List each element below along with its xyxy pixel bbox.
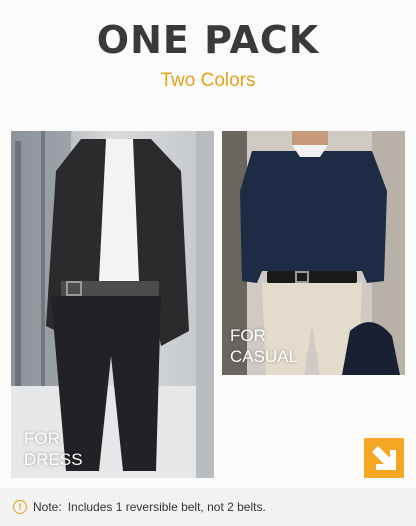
page-title: ONE PACK	[96, 18, 320, 62]
note-bar: ! Note: Includes 1 reversible belt, not …	[13, 499, 266, 515]
arrow-down-right-icon	[364, 438, 404, 478]
casual-caption-line1: FOR	[230, 326, 266, 345]
note-text: Includes 1 reversible belt, not 2 belts.	[67, 500, 266, 514]
note-label: Note:	[33, 500, 62, 514]
dress-caption-line2: DRESS	[24, 450, 83, 469]
dress-photo-illustration	[11, 131, 214, 478]
page-subtitle: Two Colors	[160, 70, 256, 91]
dress-caption-line1: FOR	[24, 429, 60, 448]
dress-photo: FOR DRESS	[11, 131, 214, 478]
casual-photo: FOR CASUAL	[222, 131, 405, 375]
casual-caption-line2: CASUAL	[230, 347, 299, 366]
casual-caption: FOR CASUAL	[230, 325, 298, 367]
info-circle-icon: !	[13, 500, 27, 514]
product-card: ONE PACK Two Colors FOR DRESS FOR CASUAL	[0, 0, 416, 488]
dress-caption: FOR DRESS	[24, 428, 83, 470]
